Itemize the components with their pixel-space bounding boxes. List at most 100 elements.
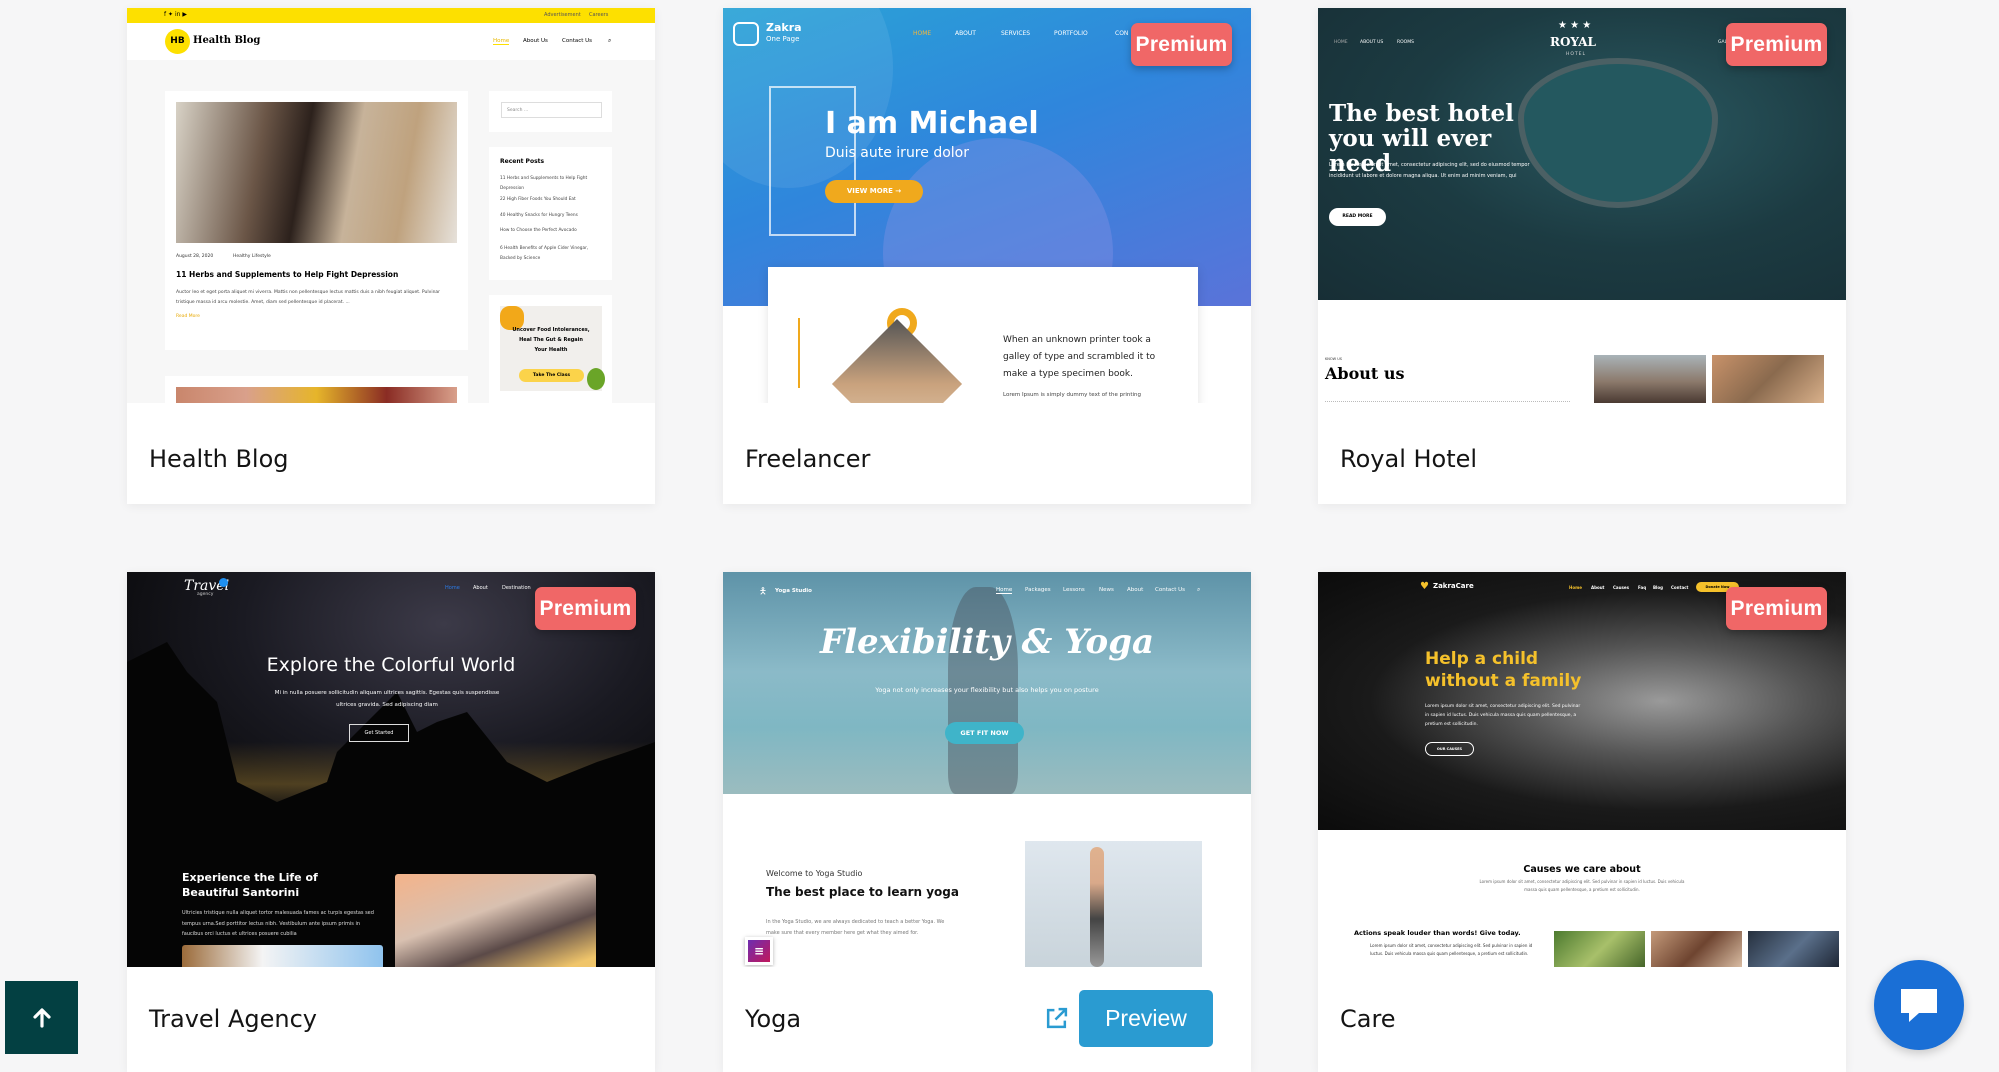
- recent-post: 22 High Fiber Foods You Should Eat: [500, 197, 576, 202]
- nav-item: Home: [493, 38, 510, 45]
- search-icon: ⌕: [1197, 586, 1201, 593]
- top-link: Advertisement: [544, 12, 581, 18]
- nav-item: Faq: [1638, 585, 1647, 590]
- template-card-care[interactable]: ♥ ZakraCare Home About Causes Faq Blog C…: [1318, 572, 1846, 1072]
- nav-item: About Us: [523, 38, 548, 44]
- section-kicker: KNOW US: [1325, 357, 1343, 361]
- back-to-top-button[interactable]: [5, 981, 78, 1054]
- preview-button[interactable]: Preview: [1079, 990, 1213, 1047]
- logo-text: Health Blog: [193, 35, 261, 46]
- elementor-icon: ≡: [748, 940, 770, 962]
- post-date: August 28, 2020: [176, 254, 214, 259]
- about-small-text: Lorem Ipsum is simply dummy text of the …: [1003, 392, 1141, 398]
- nav-item: SERVICES: [1001, 30, 1031, 37]
- premium-badge: Premium: [1131, 23, 1232, 66]
- nav-item: News: [1099, 587, 1114, 593]
- template-card-yoga[interactable]: 🯅 Yoga Studio Home Packages Lessons News…: [723, 572, 1251, 1072]
- logo-stars: ★ ★ ★: [1558, 20, 1592, 31]
- logo-sub: agency: [197, 592, 214, 597]
- logo-text: ZakraCare: [1433, 582, 1474, 590]
- elementor-badge: ≡: [745, 937, 773, 965]
- section-title: Causes we care about: [1523, 864, 1641, 875]
- hero-body: Lorem ipsum dolor sit amet, consectetur …: [1329, 162, 1530, 179]
- get-fit-button: GET FIT NOW: [945, 722, 1024, 744]
- yoga-image: [1025, 841, 1202, 967]
- kiwi-decoration: [587, 368, 605, 390]
- hero-heading: Help a child without a family: [1425, 649, 1582, 691]
- yoga-logo-icon: 🯅: [759, 587, 767, 597]
- hero-heading: Explore the Colorful World: [266, 654, 516, 676]
- section-title: Experience the Life of Beautiful Santori…: [182, 871, 318, 899]
- template-card-freelancer[interactable]: Zakra One Page HOME ABOUT SERVICES PORTF…: [723, 8, 1251, 504]
- santorini-image: [182, 945, 383, 967]
- nav-item: Home: [1569, 585, 1582, 590]
- get-started-button: Get Started: [349, 724, 409, 742]
- logo-sub: One Page: [766, 35, 800, 43]
- hero-body: Lorem ipsum dolor sit amet, consectetur …: [1425, 704, 1581, 727]
- nav-item: About: [473, 585, 488, 591]
- nav-item: Contact Us: [562, 38, 593, 44]
- nav-item: Blog: [1653, 585, 1664, 590]
- logo-mark: HB: [165, 29, 190, 54]
- cause-image: [1554, 931, 1645, 967]
- template-thumbnail[interactable]: HOME ABOUT US ROOMS GAL ★ ★ ★ ROYAL HOTE…: [1318, 8, 1846, 403]
- card-title: Freelancer: [745, 445, 871, 473]
- search-icon: ⌕: [608, 37, 612, 44]
- ad-text: Uncover Food Intolerances, Heal The Gut …: [512, 327, 590, 353]
- section-title: About us: [1325, 364, 1405, 383]
- post-image: [176, 387, 457, 403]
- heart-logo-icon: ♥: [1420, 581, 1429, 592]
- section-title: The best place to learn yoga: [766, 885, 959, 899]
- arrow-up-icon: [32, 1007, 51, 1028]
- template-thumbnail[interactable]: 🯅 Yoga Studio Home Packages Lessons News…: [723, 572, 1251, 967]
- template-card-royal-hotel[interactable]: HOME ABOUT US ROOMS GAL ★ ★ ★ ROYAL HOTE…: [1318, 8, 1846, 504]
- nav-item: Causes: [1613, 585, 1629, 590]
- template-thumbnail[interactable]: ♥ ZakraCare Home About Causes Faq Blog C…: [1318, 572, 1846, 967]
- gallery-image: [1712, 355, 1824, 403]
- card-title: Care: [1340, 1005, 1396, 1033]
- gallery-image: [1594, 355, 1706, 403]
- logo-sub: HOTEL: [1566, 52, 1587, 57]
- nav-item: Home: [996, 587, 1013, 594]
- nav-item: About: [1127, 587, 1144, 593]
- post-title: 11 Herbs and Supplements to Help Fight D…: [176, 270, 399, 279]
- recent-post: 6 Health Benefits of Apple Cider Vinegar…: [500, 246, 589, 261]
- santorini-image: [395, 874, 596, 967]
- nav-item: ABOUT: [955, 30, 976, 37]
- sub-body: Lorem ipsum dolor sit amet, consectetur …: [1370, 943, 1533, 956]
- template-card-travel-agency[interactable]: Travel agency Home About Destination Exp…: [127, 572, 655, 1072]
- hero-heading: I am Michael: [825, 106, 1039, 141]
- chat-button[interactable]: [1874, 960, 1964, 1050]
- cause-image: [1748, 931, 1839, 967]
- post-category: Healthy Lifestyle: [233, 254, 271, 259]
- external-link-icon[interactable]: [1044, 1006, 1069, 1031]
- template-thumbnail[interactable]: Zakra One Page HOME ABOUT SERVICES PORTF…: [723, 8, 1251, 403]
- text-lines: [1325, 401, 1570, 402]
- social-icons: f ✦ in ▶: [164, 11, 187, 18]
- template-thumbnail[interactable]: Travel agency Home About Destination Exp…: [127, 572, 655, 967]
- card-title: Travel Agency: [149, 1005, 317, 1033]
- card-title: Royal Hotel: [1340, 445, 1478, 473]
- nav-item: Packages: [1025, 587, 1051, 593]
- nav-item: ABOUT US: [1360, 40, 1384, 45]
- our-causes-button: OUR CAUSES: [1425, 742, 1474, 756]
- yoga-leg: [1090, 847, 1104, 967]
- template-card-health-blog[interactable]: f ✦ in ▶ Advertisement Careers HB Health…: [127, 8, 655, 504]
- card-title: Health Blog: [149, 445, 289, 473]
- about-text: When an unknown printer took a galley of…: [1003, 335, 1156, 379]
- template-thumbnail[interactable]: f ✦ in ▶ Advertisement Careers HB Health…: [127, 8, 655, 403]
- section-body: Ultricies tristique nulla aliquet tortor…: [182, 910, 374, 937]
- hero-body: Mi in nulla posuere sollicitudin aliquam…: [274, 690, 500, 708]
- post-excerpt: Auctor leo et eget porta aliquet mi vive…: [176, 290, 441, 305]
- nav-item: Contact: [1671, 585, 1689, 590]
- nav-item: HOME: [913, 30, 932, 37]
- nav-item: CON: [1115, 30, 1129, 37]
- card-title: Yoga: [745, 1005, 802, 1033]
- decor-line: [798, 318, 800, 388]
- section-body: In the Yoga Studio, we are always dedica…: [766, 919, 945, 936]
- ad-button: Take The Class: [519, 369, 584, 382]
- post-image: [176, 102, 457, 243]
- hero-heading: Flexibility & Yoga: [819, 622, 1155, 662]
- read-more-button: READ MORE: [1329, 208, 1386, 226]
- recent-post: 11 Herbs and Supplements to Help Fight D…: [500, 176, 588, 191]
